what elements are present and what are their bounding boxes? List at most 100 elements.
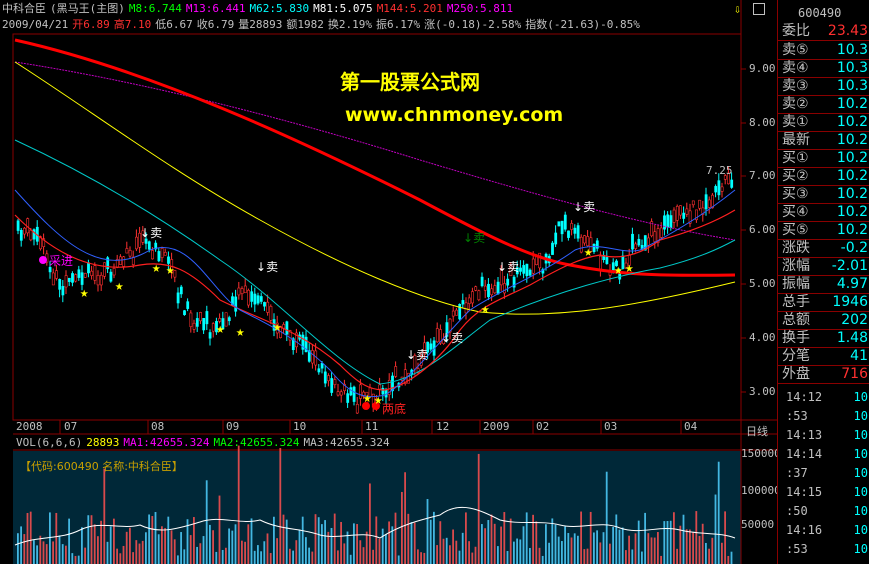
volume-bar [397,555,400,564]
quote-row: 涨跌 -0.2 [778,239,869,258]
vol-title[interactable]: VOL(6,6,6) [16,436,82,449]
volume-bar [429,519,432,564]
tick-time: :37 [786,466,808,480]
volume-bar [167,516,170,564]
volume-bar [442,538,445,564]
quote-row-value: 10.2 [836,132,868,148]
volume-bar [503,512,506,564]
volume-bar [372,549,374,564]
tick-row: 14:13 10 [778,427,869,443]
volume-bar [705,542,707,564]
volume-bar [663,521,666,564]
quote-row-label: 买④ [782,204,809,220]
volume-bar [317,517,320,564]
volume-bar [365,531,368,564]
period-label[interactable]: 日线 [746,423,768,439]
quote-row-value: 41 [850,348,868,364]
volume-bar [196,546,198,564]
quote-close: 收6.79 [196,18,235,31]
volume-bar [55,512,58,564]
sell-signal-6: ↓卖 [573,198,595,215]
volume-bar [557,536,560,564]
ma-label-3: M81:5.075 [313,2,373,15]
window-icon[interactable] [753,3,765,15]
volume-bar [378,538,381,564]
candle-body [327,375,330,382]
quote-amplitude: 振6.17% [375,18,421,31]
volume-bar [634,533,637,564]
quote-row-label: 卖④ [782,60,809,76]
volume-bar [381,528,384,564]
quote-row-label: 外盘 [782,366,810,382]
volume-bar [337,550,339,564]
volume-bar [209,524,211,564]
quote-row: 总手 1946 [778,293,869,312]
candle-body [250,291,254,302]
volume-bar [369,483,371,564]
quote-row-label: 总额 [782,312,810,328]
indicator-name[interactable]: (黑马王(主图) [50,2,125,15]
volume-bar [567,533,570,564]
ma-label-1: M13:6.441 [185,2,246,15]
volume-bar [279,447,282,564]
candle-body [480,276,484,287]
volume-bar [330,527,333,564]
volume-bar [33,540,35,564]
quote-open: 开6.89 [72,18,110,31]
volume-bar [205,480,208,564]
candle-body [256,295,260,304]
star-icon: ★ [166,262,175,278]
candle-body [83,273,87,278]
candle-body [672,209,676,223]
volume-bar [65,545,67,564]
volume-bar [417,549,419,564]
volume-bar [97,536,99,564]
download-icon[interactable]: ⇩ [734,2,741,16]
stock-name[interactable]: 中科合臣 [2,2,46,15]
volume-bar [298,529,301,564]
tick-time: :53 [786,409,808,423]
tick-time: 14:16 [786,523,823,537]
candle-body [147,241,151,250]
ma-line-yellow [14,61,736,315]
volume-bar [490,514,493,564]
volume-bar [506,551,509,564]
tick-value: 10 [853,466,868,480]
candle-body [211,323,215,332]
volume-bar [554,524,557,564]
quote-row-label: 卖② [782,96,809,112]
volume-bar [564,526,566,564]
volume-bar [413,522,416,564]
volume-bar [161,526,163,564]
price-tick-3: 6.00 [749,223,776,236]
buy-signal-label: 采进 [49,254,74,268]
volume-bar [522,526,525,564]
volume-bar [657,532,659,564]
volume-bar [529,547,531,564]
volume-bar [36,545,38,564]
volume-bar [257,545,259,564]
candle-body [96,275,100,286]
star-icon: ★ [115,278,124,294]
candle-body [599,255,602,271]
candle-body [554,232,558,245]
candle-body [378,384,382,390]
tick-time: :53 [786,542,808,556]
volume-bar [596,530,598,564]
quote-row-label: 卖⑤ [782,42,809,58]
volume-bar [679,525,682,564]
quote-row-value: 10.2 [836,186,868,202]
volume-bar [151,516,154,564]
quote-row: 买④ 10.2 [778,203,869,222]
candle-body [115,259,119,268]
candle-body [90,270,94,276]
candle-body [179,286,183,295]
candle-body [93,265,97,281]
sell-signal-5: ↓卖 [497,258,519,275]
quote-turnover: 换2.19% [327,18,372,31]
volume-bar [644,512,646,564]
candle-body [330,378,334,393]
volume-bar [87,515,90,564]
candle-body [311,350,314,364]
volume-bar [388,521,390,564]
